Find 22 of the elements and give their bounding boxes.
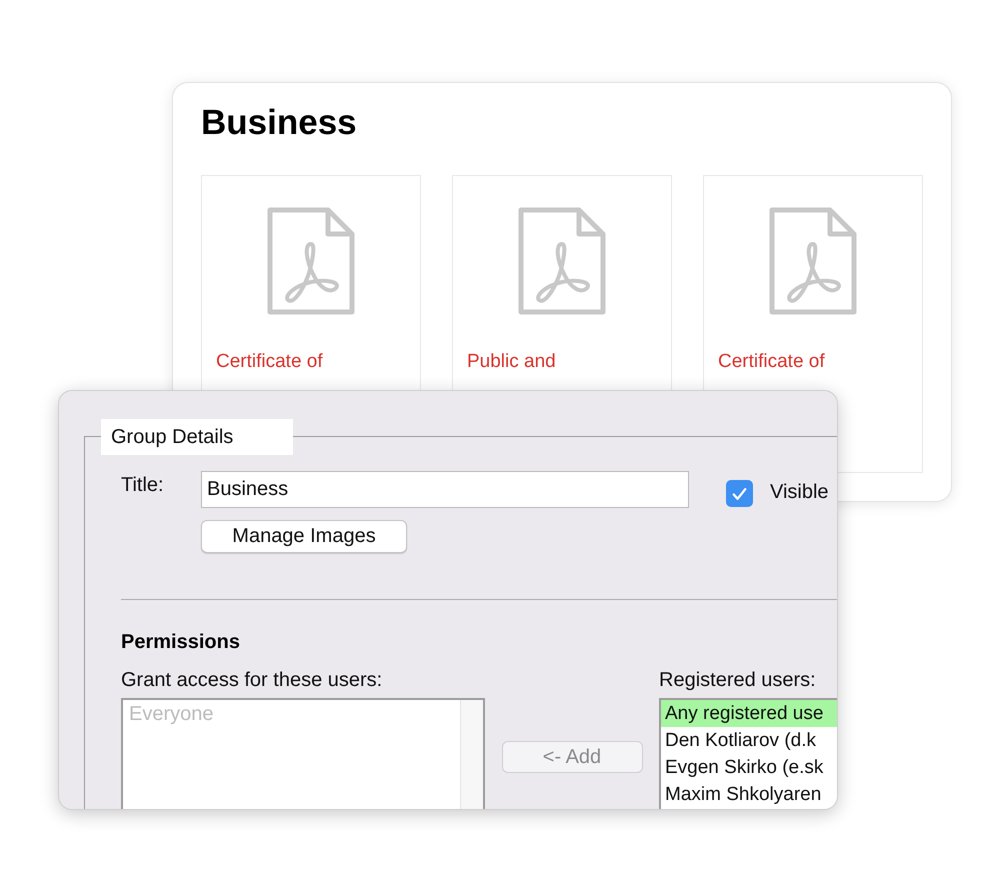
document-tile[interactable]: Certificate of (703, 175, 923, 473)
page-title: Business (201, 102, 358, 144)
document-link[interactable]: Public and (467, 348, 556, 376)
visible-checkbox[interactable] (726, 480, 753, 507)
permissions-heading: Permissions (121, 630, 241, 654)
list-item[interactable]: Den Kotliarov (d.k (661, 727, 837, 754)
document-link[interactable]: Certificate of (718, 348, 825, 376)
list-item[interactable]: Maxim Shkolyaren (661, 781, 837, 808)
pdf-file-icon (517, 206, 607, 316)
granted-users-label: Grant access for these users: (121, 668, 384, 692)
pdf-file-icon (266, 206, 356, 316)
manage-images-button[interactable]: Manage Images (201, 520, 407, 553)
title-label: Title: (121, 474, 165, 497)
group-legend: Group Details (101, 419, 294, 455)
title-field[interactable]: Business (201, 471, 689, 508)
list-item[interactable]: Any registered use (661, 700, 837, 727)
pdf-file-icon (768, 206, 858, 316)
registered-users-label: Registered users: (659, 668, 817, 692)
document-link[interactable]: Certificate of (216, 348, 323, 376)
visible-label: Visible (770, 481, 829, 504)
list-item[interactable]: Evgen Skirko (e.sk (661, 754, 837, 781)
registered-users-list[interactable]: Any registered use Den Kotliarov (d.k Evgen Skirko (e.sk Maxim Shkolyaren (659, 698, 837, 809)
